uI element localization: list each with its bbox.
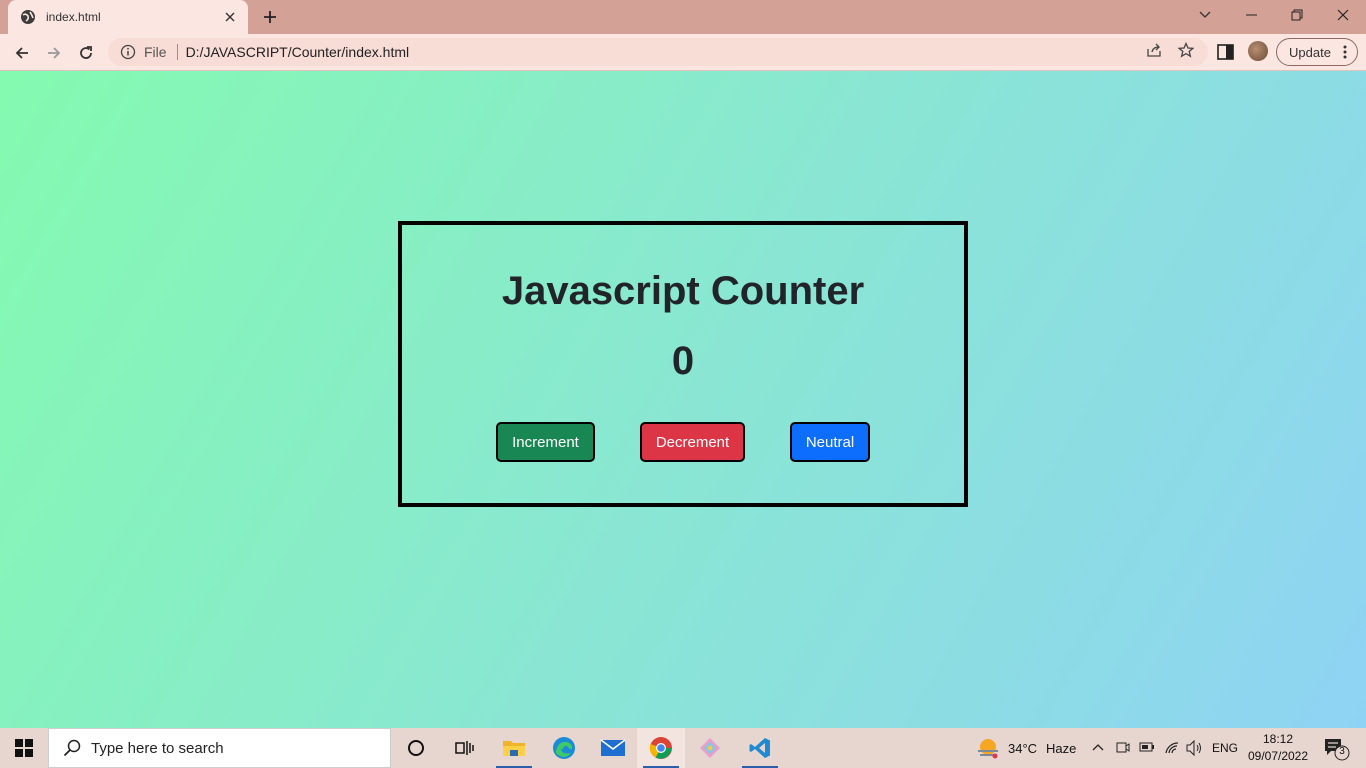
vscode-icon[interactable] [736, 728, 784, 768]
git-icon[interactable] [686, 728, 734, 768]
notification-count: 3 [1339, 746, 1345, 757]
reload-icon[interactable] [72, 39, 100, 67]
info-icon[interactable] [120, 44, 136, 60]
side-panel-icon[interactable] [1216, 42, 1236, 62]
browser-toolbar: File D:/JAVASCRIPT/Counter/index.html Up… [0, 34, 1366, 71]
weather-description: Haze [1046, 740, 1077, 756]
address-divider [176, 44, 178, 60]
back-arrow-icon[interactable] [8, 39, 36, 67]
taskbar: Type here to search 34°C Haze ENG 18:12 … [0, 728, 1366, 768]
mail-icon[interactable] [589, 728, 637, 768]
notification-center-icon[interactable]: 3 [1322, 736, 1352, 762]
language-indicator[interactable]: ENG [1212, 728, 1238, 768]
bookmark-star-icon[interactable] [1176, 40, 1196, 60]
close-window-icon[interactable] [1320, 0, 1366, 30]
browser-tabbar: index.html [0, 0, 1366, 34]
share-icon[interactable] [1144, 40, 1164, 60]
globe-icon [21, 10, 35, 24]
profile-avatar[interactable] [1248, 41, 1268, 61]
address-bar[interactable]: File D:/JAVASCRIPT/Counter/index.html [108, 38, 1208, 66]
battery-icon[interactable] [1139, 741, 1155, 753]
update-label: Update [1289, 44, 1331, 60]
edge-icon[interactable] [540, 728, 588, 768]
more-menu-icon[interactable] [1343, 45, 1347, 59]
volume-icon[interactable] [1186, 740, 1204, 756]
system-clock[interactable]: 18:12 09/07/2022 [1238, 731, 1318, 765]
clock-time: 18:12 [1262, 732, 1294, 746]
forward-arrow-icon[interactable] [40, 39, 68, 67]
cortana-icon[interactable] [392, 728, 440, 768]
browser-tab[interactable]: index.html [8, 0, 248, 34]
weather-haze-icon[interactable] [976, 737, 1000, 759]
taskbar-search-input[interactable]: Type here to search [48, 728, 391, 768]
tray-chevron-up-icon[interactable] [1092, 743, 1104, 751]
meet-now-icon[interactable] [1116, 740, 1130, 756]
task-view-icon[interactable] [440, 728, 488, 768]
url-text[interactable]: D:/JAVASCRIPT/Counter/index.html [186, 44, 410, 60]
tab-search-chevron-icon[interactable] [1182, 0, 1228, 30]
increment-button[interactable]: Increment [496, 422, 595, 462]
chrome-icon[interactable] [637, 728, 685, 768]
restore-icon[interactable] [1274, 0, 1320, 30]
decrement-button[interactable]: Decrement [640, 422, 745, 462]
file-explorer-icon[interactable] [490, 728, 538, 768]
windows-start-icon[interactable] [0, 728, 48, 768]
tab-title: index.html [46, 10, 101, 24]
counter-card: Javascript Counter 0 Increment Decrement… [398, 221, 968, 507]
weather-temperature: 34°C [1008, 740, 1038, 756]
counter-title: Javascript Counter [501, 269, 865, 313]
new-tab-icon[interactable] [258, 6, 282, 28]
wifi-icon[interactable] [1164, 740, 1180, 754]
clock-date: 09/07/2022 [1247, 749, 1309, 763]
close-tab-icon[interactable] [222, 9, 238, 25]
neutral-button[interactable]: Neutral [790, 422, 870, 462]
update-button[interactable]: Update [1276, 38, 1358, 66]
scheme-label: File [144, 44, 167, 60]
minimize-icon[interactable] [1228, 0, 1274, 30]
search-placeholder: Type here to search [91, 739, 224, 757]
search-icon [63, 739, 81, 757]
page-background: Javascript Counter 0 Increment Decrement… [0, 71, 1366, 728]
counter-value: 0 [671, 339, 695, 383]
